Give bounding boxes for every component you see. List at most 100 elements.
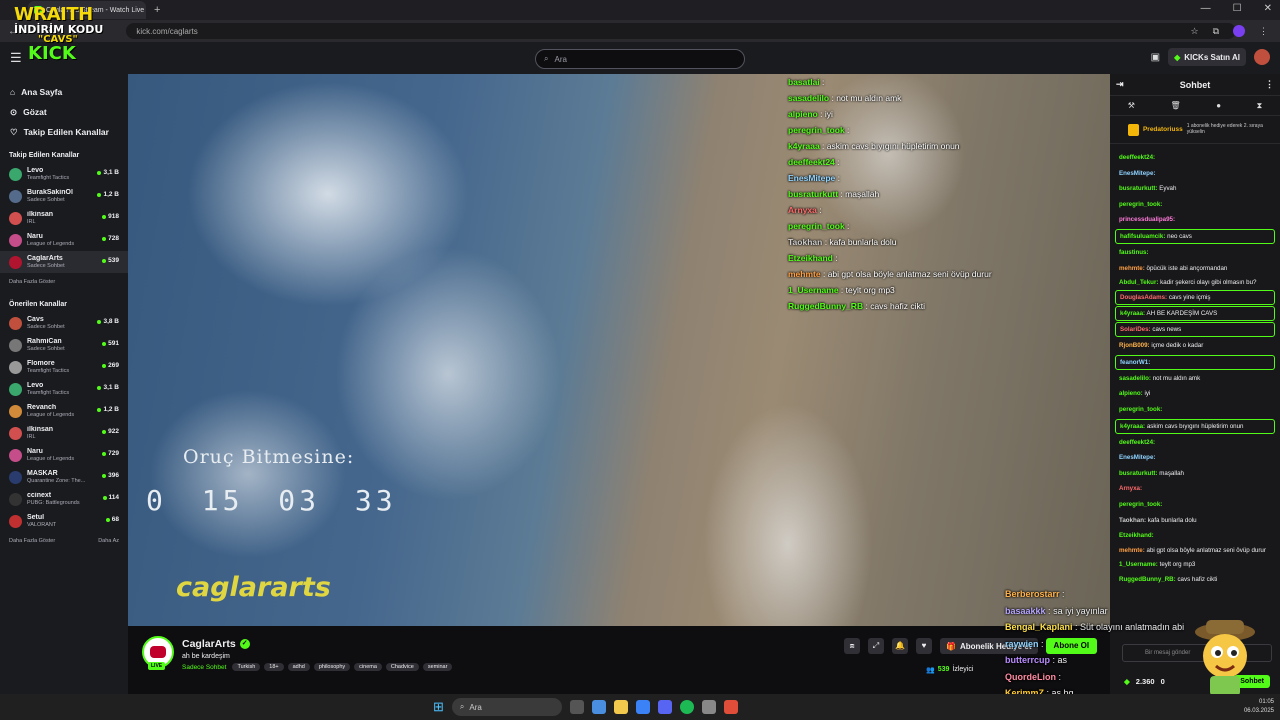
show-less-link[interactable]: Daha Az <box>98 538 119 544</box>
minimize-icon[interactable]: — <box>1201 3 1211 14</box>
chat-username[interactable]: princessdualipa95: <box>1119 216 1175 223</box>
sidebar-channel-item[interactable]: Naru League of Legends 729 <box>0 444 128 466</box>
sidebar-channel-item[interactable]: ccinext PUBG: Battlegrounds 114 <box>0 488 128 510</box>
show-more-followed-link[interactable]: Daha Fazla Göster <box>9 279 55 285</box>
sidebar-nav-2[interactable]: ♡ Takip Edilen Kanallar <box>0 122 128 142</box>
windows-start-icon[interactable]: ⊞ <box>433 699 444 715</box>
chat-message[interactable]: mehmte: öpücük iste abi ançormandan <box>1115 261 1275 277</box>
window-close-icon[interactable]: ✕ <box>1264 3 1272 14</box>
chat-username[interactable]: RjonB009: <box>1119 342 1150 349</box>
chat-settings-icon[interactable]: ⋮ <box>1265 79 1274 90</box>
trash-icon[interactable]: 🗑 <box>1170 101 1180 110</box>
chat-username[interactable]: SolariDes: <box>1120 326 1151 333</box>
edge-icon[interactable] <box>635 700 650 714</box>
chat-username[interactable]: deeffeekt24: <box>1119 154 1155 161</box>
stream-tag[interactable]: philosophy <box>313 663 351 671</box>
chat-username[interactable]: busraturkutt: <box>1119 185 1158 192</box>
sidebar-channel-item[interactable]: Cavs Sadece Sohbet 3,8 B <box>0 312 128 334</box>
sidebar-channel-item[interactable]: Levo Teamfight Tactics 3,1 B <box>0 163 128 185</box>
stream-tag[interactable]: seminar <box>422 663 453 671</box>
chat-username[interactable]: peregrin_took: <box>1119 501 1162 508</box>
sidebar-channel-item[interactable]: Naru League of Legends 728 <box>0 229 128 251</box>
chat-message[interactable]: alpieno: iyi <box>1115 386 1275 402</box>
chat-message[interactable]: peregrin_took: <box>1115 497 1275 513</box>
stream-tag[interactable]: adhd <box>287 663 310 671</box>
chat-message[interactable]: busraturkutt: maşallah <box>1115 466 1275 482</box>
new-tab-icon[interactable]: + <box>154 4 160 16</box>
sidebar-channel-item[interactable]: BurakSakinOl Sadece Sohbet 1,2 B <box>0 185 128 207</box>
chat-message[interactable]: SolariDes: cavs news <box>1115 322 1275 338</box>
wallet-icon[interactable]: ▣ <box>1151 52 1160 63</box>
chat-username[interactable]: RuggedBunny_RB: <box>1119 576 1176 583</box>
system-clock[interactable]: 01:05 06.03.2025 <box>1244 698 1274 716</box>
chat-username[interactable]: Abdul_Tekur: <box>1119 279 1158 286</box>
file-explorer-icon[interactable] <box>613 700 628 714</box>
search-input[interactable]: ⌕ Ara <box>535 49 745 69</box>
obs-icon[interactable] <box>701 700 716 714</box>
sidebar-channel-item[interactable]: Levo Teamfight Tactics 3,1 B <box>0 378 128 400</box>
chat-username[interactable]: peregrin_took: <box>1119 406 1162 413</box>
kick-logo[interactable]: KICK <box>28 45 103 63</box>
sidebar-channel-item[interactable]: Revanch League of Legends 1,2 B <box>0 400 128 422</box>
chat-message[interactable]: busraturkutt: Eyvah <box>1115 181 1275 197</box>
speech-icon[interactable]: ● <box>1216 101 1221 110</box>
chat-username[interactable]: 1_Username: <box>1119 561 1158 568</box>
discord-icon[interactable] <box>657 700 672 714</box>
chat-message[interactable]: princessdualipa95: <box>1115 212 1275 228</box>
chat-username[interactable]: peregrin_took: <box>1119 201 1162 208</box>
chat-message[interactable]: EnesMitepe: <box>1115 450 1275 466</box>
mod-tools-icon[interactable]: ⚒ <box>1128 101 1135 110</box>
chrome-icon[interactable] <box>591 700 606 714</box>
chat-username[interactable]: alpieno: <box>1119 390 1143 397</box>
chat-message[interactable]: Etzeikhand: <box>1115 528 1275 544</box>
sidebar-channel-item[interactable]: ilkinsan IRL 918 <box>0 207 128 229</box>
timer-icon[interactable]: ⧗ <box>1257 101 1263 111</box>
task-view-icon[interactable] <box>569 700 584 714</box>
chat-message[interactable]: Taokhan: kafa bunlarla dolu <box>1115 513 1275 529</box>
spotify-icon[interactable] <box>679 700 694 714</box>
pinned-gift-banner[interactable]: Predatoriuss 1 abonelik hediye ederek 2.… <box>1110 116 1280 144</box>
chat-username[interactable]: sasadelilo: <box>1119 375 1151 382</box>
follow-heart-icon[interactable]: ♥ <box>916 638 932 654</box>
chat-message[interactable]: EnesMitepe: <box>1115 166 1275 182</box>
collapse-chat-icon[interactable]: ⇥ <box>1116 79 1124 90</box>
show-more-recommended-link[interactable]: Daha Fazla Göster <box>9 538 55 544</box>
chat-username[interactable]: hafifsuluamcik: <box>1120 233 1165 240</box>
sidebar-channel-item[interactable]: CaglarArts Sadece Sohbet 539 <box>0 251 128 273</box>
sidebar-nav-0[interactable]: ⌂ Ana Sayfa <box>0 82 128 102</box>
chat-username[interactable]: Arnyxa: <box>1119 485 1142 492</box>
sidebar-channel-item[interactable]: Setul VALORANT 68 <box>0 510 128 532</box>
stream-tag[interactable]: Turkish <box>232 663 261 671</box>
buy-kicks-button[interactable]: ◆ KICKs Satın Al <box>1168 48 1246 66</box>
chat-message[interactable]: hafifsuluamcik: neo cavs <box>1115 228 1275 244</box>
chat-message[interactable]: mehmte: abi gpt olsa böyle anlatmaz seni… <box>1115 544 1275 557</box>
chat-username[interactable]: busraturkutt: <box>1119 470 1158 477</box>
sidebar-channel-item[interactable]: ilkinsan IRL 922 <box>0 422 128 444</box>
chat-message[interactable]: k4yraaa: AH BE KARDEŞİM CAVS <box>1115 306 1275 322</box>
stream-tag[interactable]: cinema <box>354 663 382 671</box>
notification-bell-icon[interactable]: 🔔 <box>892 638 908 654</box>
chat-username[interactable]: mehmte: <box>1119 547 1145 554</box>
chat-username[interactable]: DouglasAdams: <box>1120 294 1167 301</box>
user-avatar[interactable] <box>1254 49 1270 65</box>
chat-username[interactable]: EnesMitepe: <box>1119 454 1155 461</box>
sidebar-nav-1[interactable]: ⊙ Gözat <box>0 102 128 122</box>
chat-username[interactable]: k4yraaa: <box>1120 423 1145 430</box>
bookmark-star-icon[interactable]: ☆ <box>1190 26 1198 37</box>
clip-icon[interactable]: ⧈ <box>844 638 860 654</box>
share-screen-icon[interactable]: ⤢ <box>868 638 884 654</box>
channel-name[interactable]: CaglarArts <box>182 638 236 650</box>
stream-tag[interactable]: 18+ <box>264 663 284 671</box>
chat-username[interactable]: mehmte: <box>1119 265 1145 272</box>
chat-username[interactable]: deeffeekt24: <box>1119 439 1155 446</box>
sidebar-channel-item[interactable]: Flomore Teamfight Tactics 269 <box>0 356 128 378</box>
chat-username[interactable]: EnesMitepe: <box>1119 170 1155 177</box>
browser-menu-icon[interactable]: ⋮ <box>1259 26 1268 37</box>
video-player[interactable]: basatlai : sasadelilo : not mu aldın amk… <box>128 74 1110 626</box>
stream-tag[interactable]: Chadvice <box>385 663 419 671</box>
app-icon[interactable] <box>723 700 738 714</box>
extensions-icon[interactable]: ⧉ <box>1213 26 1219 37</box>
chat-username[interactable]: feanorW1: <box>1120 359 1150 366</box>
stream-category-link[interactable]: Sadece Sohbet <box>182 664 226 671</box>
chat-message[interactable]: faustinus: <box>1115 245 1275 261</box>
